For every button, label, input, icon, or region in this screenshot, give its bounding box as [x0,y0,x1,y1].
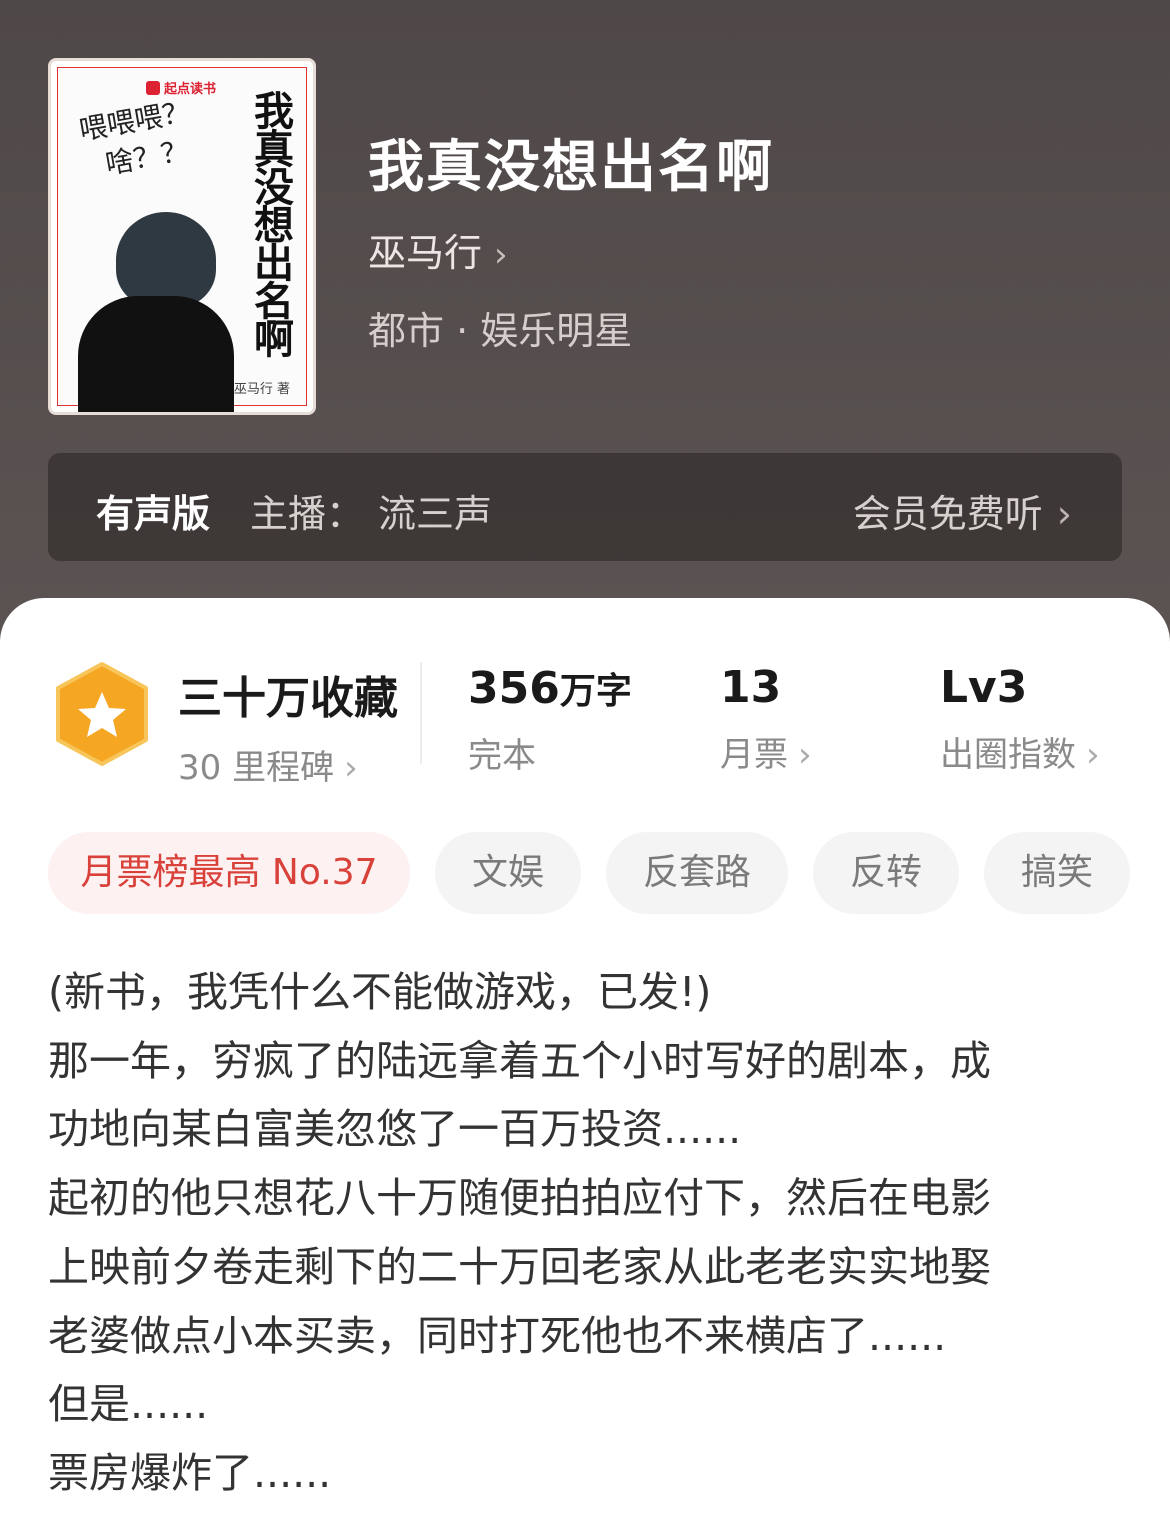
chevron-right-icon: › [798,735,812,775]
chevron-right-icon: › [1086,735,1100,775]
votes-count: 13 [720,662,782,713]
level-value: Lv3 [940,662,1028,713]
member-listen-button[interactable]: 会员免费听 › [853,483,1072,538]
completion-status: 完本 [468,736,536,776]
stat-divider [420,662,422,764]
audio-host-label: 主播： [250,492,365,536]
chevron-right-icon: › [344,748,358,788]
tag-fanzhuan[interactable]: 反转 [813,832,959,914]
book-title: 我真没想出名啊 [368,135,774,200]
audio-host: 流三声 [378,492,493,536]
popularity-index-stat[interactable]: Lv3 出圈指数 › [940,662,1100,776]
tag-wenyu[interactable]: 文娱 [435,832,581,914]
tag-ranking[interactable]: 月票榜最高 No.37 [48,832,410,914]
description-line: 起初的他只想花八十万随便拍拍应付下，然后在电影 [48,1174,991,1223]
description-line: 功地向某白富美忽悠了一百万投资...... [48,1105,742,1154]
description-line: (新书，我凭什么不能做游戏，已发!) [48,968,712,1016]
description-line: 老婆做点小本买卖，同时打死他也不来横店了...... [48,1311,947,1360]
audio-edition-bar[interactable]: 有声版 主播： 流三声 会员免费听 › [48,453,1122,561]
level-label: 出圈指数 [940,735,1076,775]
book-header: 起点读书 喂喂喂？ 啥？？ 我真没想出名啊 巫马行 著 我真没想出名啊 巫马行 ›… [0,0,1170,620]
votes-label: 月票 [720,735,788,775]
book-info-card: 三十万收藏 30 里程碑 › 356万字 完本 13 月票 › Lv3 出圈指数 › … [0,598,1170,1518]
description-line: 票房爆炸了...... [48,1448,332,1497]
cover-art: 起点读书 喂喂喂？ 啥？？ 我真没想出名啊 巫马行 著 [57,67,307,412]
cover-boy-body [78,296,234,412]
monthly-votes-stat[interactable]: 13 月票 › [720,662,812,776]
description-line: 那一年，穷疯了的陆远拿着五个小时写好的剧本，成 [48,1036,991,1085]
word-count: 356 [468,663,560,714]
word-unit: 万字 [559,671,632,712]
book-genre: 都市 · 娱乐明星 [368,309,633,353]
milestone-label: 30 里程碑 [178,748,335,788]
word-count-stat: 356万字 完本 [468,662,632,777]
cover-title: 我真没想出名啊 [247,90,294,356]
chevron-right-icon: › [1056,492,1072,536]
cover-author: 巫马行 著 [233,382,290,397]
tag-fantaolu[interactable]: 反套路 [606,832,788,914]
author-link[interactable]: 巫马行 › [368,222,508,277]
cover-boy-hair [116,212,216,308]
audio-label: 有声版 [96,492,211,536]
collection-count: 三十万收藏 [178,673,398,724]
tag-gaoxiao[interactable]: 搞笑 [984,832,1130,914]
collection-milestone[interactable]: 三十万收藏 30 里程碑 › [178,662,398,789]
book-description[interactable]: (新书，我凭什么不能做游戏，已发!) 那一年，穷疯了的陆远拿着五个小时写好的剧本… [48,958,1128,1508]
book-cover[interactable]: 起点读书 喂喂喂？ 啥？？ 我真没想出名啊 巫马行 著 [48,58,316,415]
cover-doodle: 喂喂喂？ 啥？？ [76,94,193,181]
brand-logo-icon [146,81,160,95]
chevron-right-icon: › [494,235,508,275]
description-line: 上映前夕卷走剩下的二十万回老家从此老老实实地娶 [48,1242,991,1291]
description-line: 但是...... [48,1380,209,1429]
star-hexagon-icon [56,662,148,766]
